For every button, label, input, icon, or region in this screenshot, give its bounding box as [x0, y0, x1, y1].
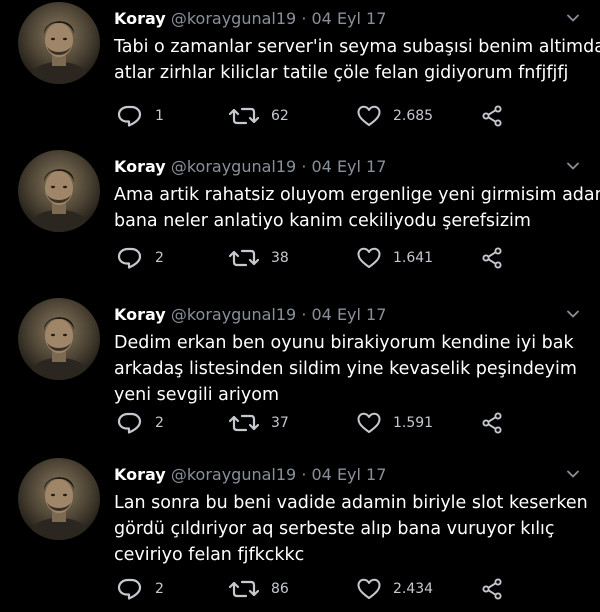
tweet-text: Tabi o zamanlar server'in seyma subaşısi… — [114, 34, 600, 86]
reply-icon — [117, 105, 143, 127]
retweet-count: 38 — [271, 250, 289, 266]
chevron-down-icon[interactable] — [566, 466, 580, 480]
reply-button[interactable]: 2 — [117, 411, 164, 435]
like-button[interactable]: 2.434 — [357, 577, 433, 601]
tweet-date[interactable]: 04 Eyl 17 — [312, 157, 387, 176]
tweet-text-line: Dedim erkan ben oyunu birakiyorum kendin… — [114, 333, 574, 353]
reply-count: 1 — [155, 108, 164, 124]
heart-icon — [357, 412, 381, 434]
separator-dot: · — [301, 305, 307, 324]
separator-dot: · — [301, 157, 307, 176]
tweet-header: Koray @koraygunal19 · 04 Eyl 17 — [114, 465, 386, 484]
separator-dot: · — [301, 465, 307, 484]
tweet-actions: 2 37 1.591 — [0, 411, 600, 435]
like-count: 2.434 — [393, 581, 434, 597]
chevron-down-icon[interactable] — [566, 10, 580, 24]
tweet-actions: 1 62 2.685 — [0, 104, 600, 128]
retweet-button[interactable]: 86 — [229, 577, 289, 601]
retweet-count: 62 — [271, 108, 289, 124]
tweet-text-line: arkadaş listesinden sildim yine kevaseli… — [114, 359, 577, 379]
avatar[interactable] — [18, 458, 100, 540]
tweet-text: Dedim erkan ben oyunu birakiyorum kendin… — [114, 330, 584, 408]
reply-button[interactable]: 2 — [117, 246, 164, 270]
author-handle[interactable]: @koraygunal19 — [171, 305, 296, 324]
tweet: Koray @koraygunal19 · 04 Eyl 17 Dedim erk… — [0, 298, 600, 441]
share-icon[interactable] — [481, 247, 503, 269]
author-handle[interactable]: @koraygunal19 — [171, 157, 296, 176]
tweet-text-line: yeni sevgili ariyom — [114, 385, 280, 405]
reply-icon — [117, 412, 143, 434]
tweet-text-line: Lan sonra bu beni vadide adamin biriyle … — [114, 493, 588, 513]
author-name[interactable]: Koray — [114, 157, 166, 176]
author-name[interactable]: Koray — [114, 9, 166, 28]
author-handle[interactable]: @koraygunal19 — [171, 9, 296, 28]
tweet-text: Lan sonra bu beni vadide adamin biriyle … — [114, 490, 588, 568]
reply-count: 2 — [155, 250, 164, 266]
avatar-photo — [26, 169, 92, 232]
tweet-date[interactable]: 04 Eyl 17 — [312, 9, 387, 28]
retweet-icon — [229, 412, 259, 434]
tweet-text-line: gördü çıldıriyor aq serbeste alıp bana v… — [114, 519, 555, 539]
reply-count: 2 — [155, 415, 164, 431]
reply-button[interactable]: 1 — [117, 104, 164, 128]
tweet-date[interactable]: 04 Eyl 17 — [312, 305, 387, 324]
reply-count: 2 — [155, 581, 164, 597]
tweet-text-line: atlar zirhlar kiliclar tatile çöle felan… — [114, 63, 569, 83]
avatar-photo — [26, 21, 92, 84]
retweet-count: 37 — [271, 415, 289, 431]
like-count: 1.641 — [393, 250, 434, 266]
heart-icon — [357, 247, 381, 269]
tweet-text: Ama artik rahatsiz oluyom ergenlige yeni… — [114, 182, 600, 234]
share-icon[interactable] — [481, 412, 503, 434]
heart-icon — [357, 578, 381, 600]
tweet-header: Koray @koraygunal19 · 04 Eyl 17 — [114, 305, 386, 324]
avatar[interactable] — [18, 298, 100, 380]
avatar-photo — [26, 317, 92, 380]
share-icon[interactable] — [481, 578, 503, 600]
share-icon[interactable] — [481, 105, 503, 127]
author-name[interactable]: Koray — [114, 305, 166, 324]
retweet-count: 86 — [271, 581, 289, 597]
like-button[interactable]: 1.591 — [357, 411, 433, 435]
tweet-header: Koray @koraygunal19 · 04 Eyl 17 — [114, 9, 386, 28]
tweet-text-line: Ama artik rahatsiz oluyom ergenlige yeni… — [114, 185, 600, 205]
retweet-button[interactable]: 37 — [229, 411, 289, 435]
avatar[interactable] — [18, 150, 100, 232]
tweet-date[interactable]: 04 Eyl 17 — [312, 465, 387, 484]
tweet-text-line: Tabi o zamanlar server'in seyma subaşısi… — [114, 37, 600, 57]
tweet: Koray @koraygunal19 · 04 Eyl 17 Tabi o za… — [0, 2, 600, 134]
tweet-text-line: bana neler anlatiyo kanim cekiliyodu şer… — [114, 211, 531, 231]
reply-button[interactable]: 2 — [117, 577, 164, 601]
retweet-icon — [229, 105, 259, 127]
retweet-icon — [229, 578, 259, 600]
avatar-photo — [26, 477, 92, 540]
reply-icon — [117, 578, 143, 600]
author-handle[interactable]: @koraygunal19 — [171, 465, 296, 484]
tweet: Koray @koraygunal19 · 04 Eyl 17 Ama artik… — [0, 150, 600, 276]
heart-icon — [357, 105, 381, 127]
retweet-icon — [229, 247, 259, 269]
separator-dot: · — [301, 9, 307, 28]
retweet-button[interactable]: 62 — [229, 104, 289, 128]
retweet-button[interactable]: 38 — [229, 246, 289, 270]
reply-icon — [117, 247, 143, 269]
chevron-down-icon[interactable] — [566, 158, 580, 172]
avatar[interactable] — [18, 2, 100, 84]
author-name[interactable]: Koray — [114, 465, 166, 484]
tweet-actions: 2 86 2.434 — [0, 577, 600, 601]
tweet-header: Koray @koraygunal19 · 04 Eyl 17 — [114, 157, 386, 176]
tweet-text-line: ceviriyo felan fjfkckkc — [114, 545, 305, 565]
like-count: 1.591 — [393, 415, 434, 431]
tweet-actions: 2 38 1.641 — [0, 246, 600, 270]
like-button[interactable]: 2.685 — [357, 104, 433, 128]
chevron-down-icon[interactable] — [566, 306, 580, 320]
tweet: Koray @koraygunal19 · 04 Eyl 17 Lan sonra… — [0, 458, 600, 607]
like-count: 2.685 — [393, 108, 434, 124]
like-button[interactable]: 1.641 — [357, 246, 433, 270]
